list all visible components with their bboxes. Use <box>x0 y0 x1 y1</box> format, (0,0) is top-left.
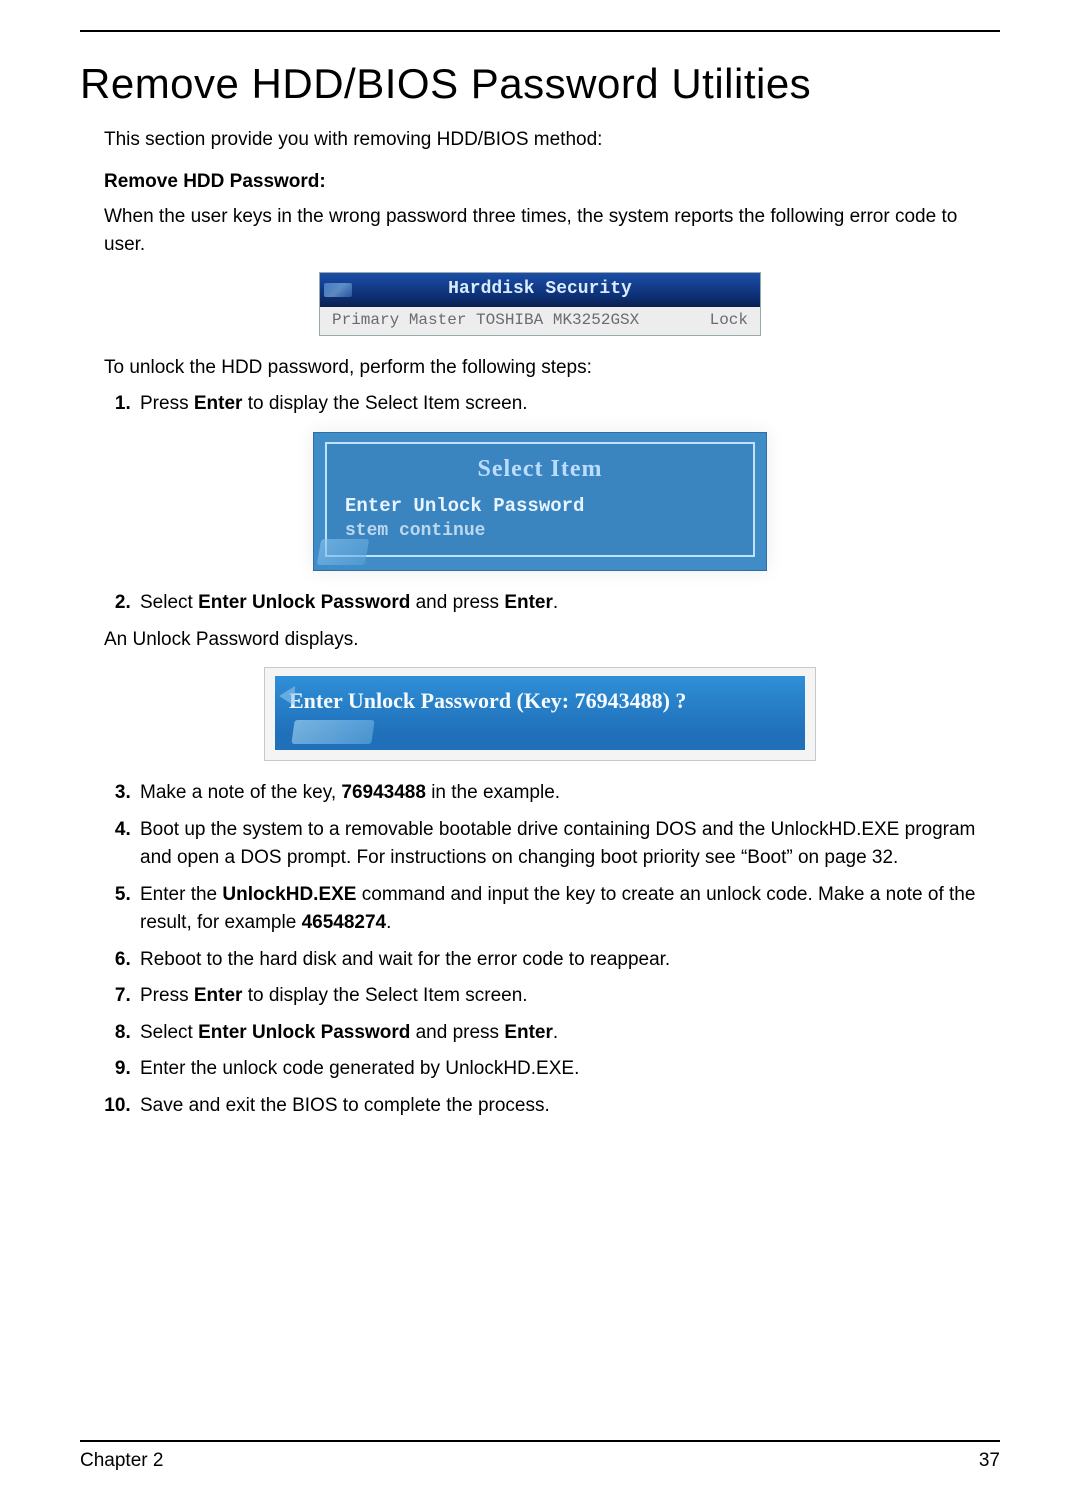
step5-code: 46548274 <box>302 912 387 933</box>
fig3-triangle <box>279 686 295 706</box>
step-10: Save and exit the BIOS to complete the p… <box>136 1092 1000 1121</box>
step1-post: to display the Select Item screen. <box>242 393 527 414</box>
step8-eup: Enter Unlock Password <box>198 1022 410 1043</box>
step-5: Enter the UnlockHD.EXE command and input… <box>136 881 1000 938</box>
step7-post: to display the Select Item screen. <box>242 985 527 1006</box>
intro-text: This section provide you with removing H… <box>104 126 1000 154</box>
step-7: Press Enter to display the Select Item s… <box>136 982 1000 1011</box>
step3-post: in the example. <box>426 782 560 803</box>
step7-enter: Enter <box>194 985 243 1006</box>
step2-eup: Enter Unlock Password <box>198 592 410 613</box>
steps-intro: To unlock the HDD password, perform the … <box>104 354 1000 382</box>
wrong-password-text: When the user keys in the wrong password… <box>104 203 1000 258</box>
figure-unlock-key: Enter Unlock Password (Key: 76943488) ? <box>80 667 1000 761</box>
step-2: Select Enter Unlock Password and press E… <box>136 589 1000 618</box>
step-list-1: Press Enter to display the Select Item s… <box>80 390 1000 419</box>
step-3: Make a note of the key, 76943488 in the … <box>136 779 1000 808</box>
step8-enter: Enter <box>504 1022 553 1043</box>
step-9: Enter the unlock code generated by Unloc… <box>136 1055 1000 1084</box>
unlock-displays-wrap: An Unlock Password displays. <box>104 626 1000 654</box>
fig3-box: Enter Unlock Password (Key: 76943488) ? <box>264 667 816 761</box>
page-title: Remove HDD/BIOS Password Utilities <box>80 60 1000 108</box>
fig1-left: Primary Master TOSHIBA MK3252GSX <box>332 311 639 329</box>
sub-heading: Remove HDD Password: <box>104 168 1000 196</box>
footer-rule <box>80 1440 1000 1442</box>
step-4: Boot up the system to a removable bootab… <box>136 816 1000 873</box>
fig1-right: Lock <box>710 311 748 329</box>
step7-pre: Press <box>140 985 194 1006</box>
page: Remove HDD/BIOS Password Utilities This … <box>0 0 1080 1512</box>
step5-post: . <box>386 912 391 933</box>
fig2-inner: Select Item Enter Unlock Password stem c… <box>325 442 755 557</box>
step8-mid: and press <box>410 1022 504 1043</box>
body-text: This section provide you with removing H… <box>104 126 1000 258</box>
step3-key: 76943488 <box>341 782 426 803</box>
step-6: Reboot to the hard disk and wait for the… <box>136 946 1000 975</box>
step3-pre: Make a note of the key, <box>140 782 341 803</box>
fig1-header: Harddisk Security <box>320 273 760 307</box>
fig2-opt1: Enter Unlock Password <box>341 493 739 519</box>
fig2-opt2: stem continue <box>341 519 739 543</box>
figure-select-item: Select Item Enter Unlock Password stem c… <box>80 432 1000 571</box>
step8-pre: Select <box>140 1022 198 1043</box>
step1-pre: Press <box>140 393 194 414</box>
fig3-glare <box>291 720 374 744</box>
step5-exe: UnlockHD.EXE <box>222 884 356 905</box>
unlock-displays: An Unlock Password displays. <box>104 626 1000 654</box>
figure-harddisk-security: Harddisk Security Primary Master TOSHIBA… <box>80 272 1000 336</box>
step-8: Select Enter Unlock Password and press E… <box>136 1019 1000 1048</box>
fig1-box: Harddisk Security Primary Master TOSHIBA… <box>319 272 761 336</box>
footer-left: Chapter 2 <box>80 1450 163 1472</box>
step-list-2: Select Enter Unlock Password and press E… <box>80 589 1000 618</box>
unlock-intro: To unlock the HDD password, perform the … <box>104 354 1000 382</box>
fig2-box: Select Item Enter Unlock Password stem c… <box>313 432 767 571</box>
step1-enter: Enter <box>194 393 243 414</box>
step2-mid: and press <box>410 592 504 613</box>
step8-post: . <box>553 1022 558 1043</box>
footer: Chapter 2 37 <box>80 1450 1000 1472</box>
fig3-inner: Enter Unlock Password (Key: 76943488) ? <box>275 676 805 750</box>
fig2-title: Select Item <box>341 452 739 493</box>
step5-pre: Enter the <box>140 884 222 905</box>
fig1-row: Primary Master TOSHIBA MK3252GSX Lock <box>320 307 760 335</box>
fig3-line: Enter Unlock Password (Key: 76943488) ? <box>289 688 791 714</box>
step2-pre: Select <box>140 592 198 613</box>
step-1: Press Enter to display the Select Item s… <box>136 390 1000 419</box>
step2-post: . <box>553 592 558 613</box>
top-rule <box>80 30 1000 32</box>
footer-right: 37 <box>979 1450 1000 1472</box>
fig2-glare <box>317 539 370 565</box>
step-list-3-10: Make a note of the key, 76943488 in the … <box>80 779 1000 1120</box>
step2-enter: Enter <box>504 592 553 613</box>
